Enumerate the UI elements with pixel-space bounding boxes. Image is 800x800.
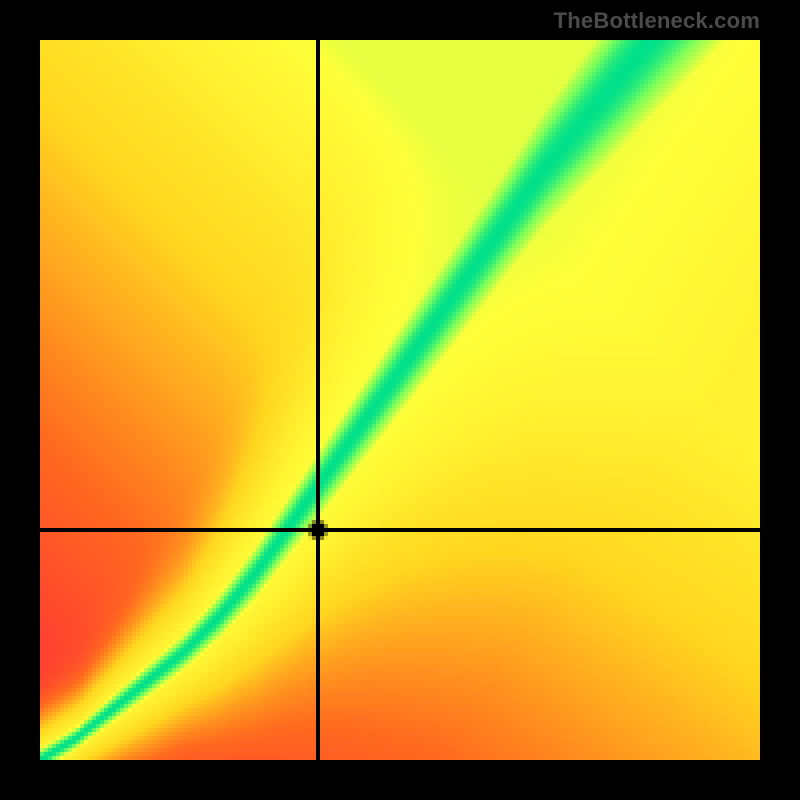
heatmap-canvas xyxy=(40,40,760,760)
chart-frame: TheBottleneck.com xyxy=(0,0,800,800)
watermark-text: TheBottleneck.com xyxy=(554,8,760,34)
plot-area xyxy=(40,40,760,760)
